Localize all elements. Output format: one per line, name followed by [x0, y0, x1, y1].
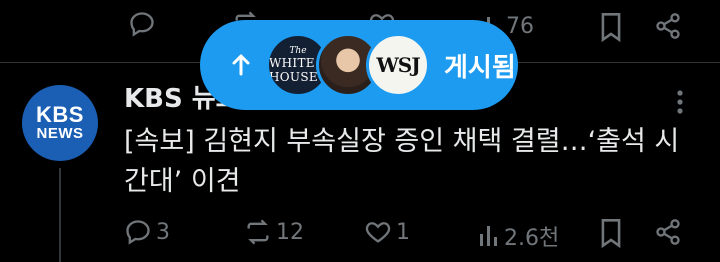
like-count: 1 — [396, 219, 410, 245]
reply-button[interactable] — [128, 10, 156, 38]
kbs-news-avatar[interactable]: KBS NEWS — [22, 85, 98, 161]
reply-icon — [128, 10, 156, 38]
bookmark-icon — [598, 218, 624, 248]
reply-icon — [124, 218, 152, 246]
views-count: 2.6천 — [504, 226, 560, 251]
new-posts-label: 게시됨 — [444, 52, 516, 83]
avatar-logo-news: NEWS — [36, 125, 84, 142]
arrow-up-icon — [224, 53, 258, 77]
new-posts-pill[interactable]: The WHITE HOUSE WSJ 게시됨 — [200, 20, 518, 110]
share-button[interactable] — [654, 218, 682, 246]
new-posts-avatars: The WHITE HOUSE WSJ — [266, 33, 430, 97]
white-house-logo-small: The — [289, 46, 307, 56]
share-icon — [654, 12, 682, 40]
reply-count: 3 — [156, 219, 170, 245]
timeline: 76 KBS NEWS KBS 뉴스 [속보] 김현지 부속실장 증인 채택 결… — [0, 0, 720, 262]
more-options-button[interactable] — [672, 88, 688, 120]
share-icon — [654, 218, 682, 246]
views-count: 76 — [506, 14, 534, 39]
bookmark-button[interactable] — [598, 218, 624, 248]
post-text: [속보] 김현지 부속실장 증인 채택 결렬…‘출석 시간대’ 이견 — [124, 126, 680, 197]
repost-icon — [244, 218, 272, 246]
bookmark-icon — [598, 12, 624, 42]
share-button[interactable] — [654, 12, 682, 40]
avatar-logo-kbs: KBS — [36, 102, 84, 127]
like-icon — [364, 218, 392, 246]
more-icon — [672, 90, 688, 120]
wsj-logo: WSJ — [376, 53, 420, 77]
like-button[interactable]: 1 — [364, 218, 410, 246]
views-icon — [478, 224, 500, 248]
repost-count: 12 — [276, 219, 304, 245]
bookmark-button[interactable] — [598, 12, 624, 42]
views-button[interactable]: 2.6천 — [478, 220, 559, 252]
wsj-avatar: WSJ — [366, 33, 430, 97]
reply-button[interactable]: 3 — [124, 218, 170, 246]
repost-button[interactable]: 12 — [244, 218, 304, 246]
thread-line — [59, 168, 61, 262]
